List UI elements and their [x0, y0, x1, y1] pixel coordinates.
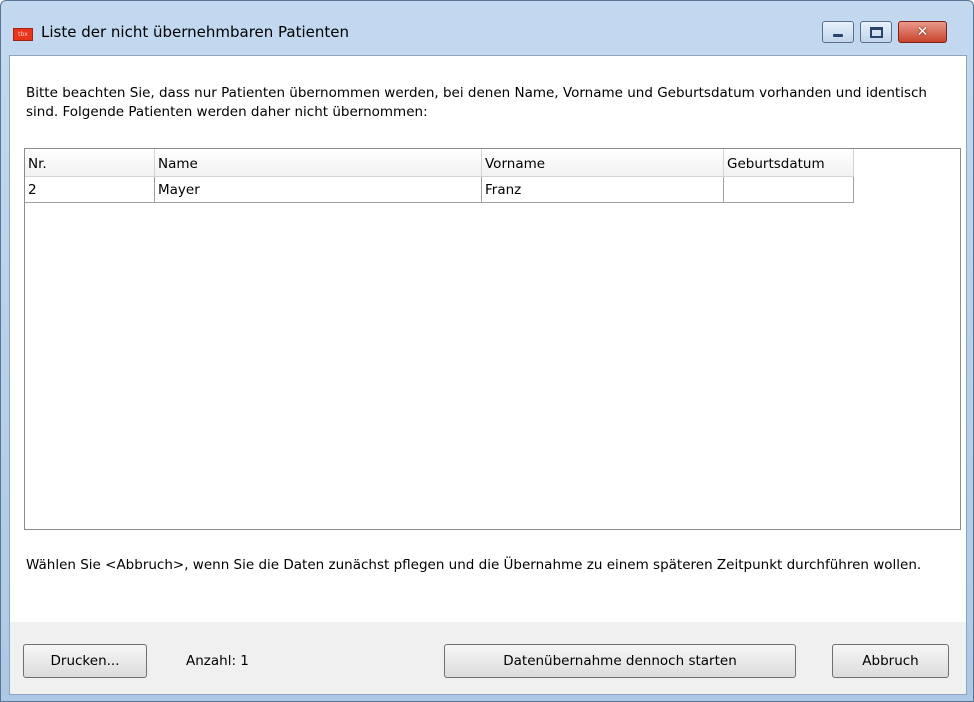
minimize-icon [833, 33, 843, 37]
cell-name[interactable]: Mayer [155, 177, 482, 203]
start-transfer-button[interactable]: Datenübernahme dennoch starten [444, 644, 796, 678]
cancel-button[interactable]: Abbruch [832, 644, 949, 678]
maximize-button[interactable] [860, 21, 892, 43]
cell-nr[interactable]: 2 [25, 177, 155, 203]
patient-table[interactable]: Nr. Name Vorname Geburtsdatum 2 Mayer Fr… [24, 148, 961, 530]
footer-text: Wählen Sie <Abbruch>, wenn Sie die Daten… [26, 557, 922, 573]
column-header-nr[interactable]: Nr. [25, 149, 155, 177]
dialog-window: tbx Liste der nicht übernehmbaren Patien… [0, 0, 974, 702]
dialog-content: Bitte beachten Sie, dass nur Patienten ü… [9, 55, 967, 695]
table-row[interactable]: 2 Mayer Franz [25, 177, 854, 203]
close-button[interactable]: ✕ [898, 21, 947, 43]
print-button[interactable]: Drucken... [23, 644, 147, 678]
column-header-vorname[interactable]: Vorname [482, 149, 724, 177]
minimize-button[interactable] [822, 21, 854, 43]
cell-vorname[interactable]: Franz [482, 177, 724, 203]
column-header-name[interactable]: Name [155, 149, 482, 177]
count-label: Anzahl: 1 [186, 653, 249, 669]
table-header: Nr. Name Vorname Geburtsdatum [25, 149, 854, 177]
app-icon: tbx [13, 28, 33, 41]
title-bar[interactable]: tbx Liste der nicht übernehmbaren Patien… [1, 1, 973, 55]
cell-geburtsdatum[interactable] [724, 177, 854, 203]
close-icon: ✕ [916, 24, 929, 40]
window-title: Liste der nicht übernehmbaren Patienten [41, 23, 350, 41]
button-bar: Drucken... Anzahl: 1 Datenübernahme denn… [10, 622, 966, 694]
maximize-icon [869, 26, 883, 38]
intro-text: Bitte beachten Sie, dass nur Patienten ü… [26, 85, 927, 120]
column-header-geburtsdatum[interactable]: Geburtsdatum [724, 149, 854, 177]
